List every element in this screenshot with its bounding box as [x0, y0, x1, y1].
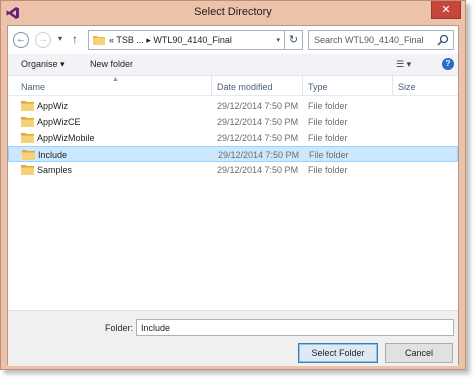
folder-type: File folder	[308, 101, 348, 111]
column-type[interactable]: Type	[308, 82, 328, 92]
column-date-modified[interactable]: Date modified	[217, 82, 273, 92]
recent-locations-icon[interactable]: ▾	[58, 34, 62, 43]
dialog-window: Select Directory ✕ ← → ▾ ↑ « TSB ... ▸ W…	[0, 0, 466, 370]
cancel-button[interactable]: Cancel	[385, 343, 453, 363]
folder-icon	[22, 150, 35, 160]
command-bar: Organise ▾ New folder ☰ ▾ ?	[8, 54, 458, 76]
up-arrow-icon[interactable]: ↑	[72, 32, 78, 46]
column-divider[interactable]	[211, 76, 212, 96]
address-bar[interactable]: « TSB ... ▸ WTL90_4140_Final ▾	[88, 30, 285, 50]
organise-button[interactable]: Organise ▾	[21, 59, 65, 70]
folder-date: 29/12/2014 7:50 PM	[217, 101, 299, 111]
column-divider[interactable]	[302, 76, 303, 96]
navigation-bar: ← → ▾ ↑ « TSB ... ▸ WTL90_4140_Final ▾ ↻…	[8, 26, 458, 54]
new-folder-button[interactable]: New folder	[90, 59, 133, 69]
folder-date: 29/12/2014 7:50 PM	[217, 117, 299, 127]
folder-name: AppWizMobile	[37, 133, 95, 143]
refresh-button[interactable]: ↻	[285, 30, 303, 50]
search-input[interactable]: Search WTL90_4140_Final	[314, 35, 424, 45]
dialog-footer: Folder: Select Folder Cancel	[8, 310, 458, 366]
dialog-content: ← → ▾ ↑ « TSB ... ▸ WTL90_4140_Final ▾ ↻…	[7, 25, 459, 366]
folder-name: AppWizCE	[37, 117, 81, 127]
folder-row[interactable]: Samples 29/12/2014 7:50 PM File folder	[8, 162, 458, 178]
title-bar: Select Directory ✕	[1, 1, 465, 25]
column-size[interactable]: Size	[398, 82, 416, 92]
folder-icon	[21, 165, 34, 175]
folder-icon	[21, 117, 34, 127]
folder-label: Folder:	[105, 323, 134, 333]
close-button[interactable]: ✕	[431, 1, 461, 19]
select-folder-button[interactable]: Select Folder	[298, 343, 378, 363]
folder-name-input[interactable]	[136, 319, 454, 336]
back-button[interactable]: ←	[13, 32, 29, 48]
file-list: AppWiz 29/12/2014 7:50 PM File folder Ap…	[8, 98, 458, 178]
window-title: Select Directory	[194, 6, 272, 18]
folder-date: 29/12/2014 7:50 PM	[218, 150, 300, 160]
folder-date: 29/12/2014 7:50 PM	[217, 165, 299, 175]
help-icon[interactable]: ?	[442, 58, 454, 70]
folder-date: 29/12/2014 7:50 PM	[217, 133, 299, 143]
folder-name: Include	[38, 150, 68, 160]
folder-name: AppWiz	[37, 101, 69, 111]
folder-row[interactable]: AppWizMobile 29/12/2014 7:50 PM File fol…	[8, 130, 458, 146]
folder-row[interactable]: AppWizCE 29/12/2014 7:50 PM File folder	[8, 114, 458, 130]
folder-icon	[93, 36, 105, 45]
view-options-button[interactable]: ☰ ▾	[396, 59, 411, 70]
chevron-down-icon[interactable]: ▾	[276, 36, 280, 44]
search-box[interactable]: Search WTL90_4140_Final	[308, 30, 454, 50]
folder-icon	[21, 133, 34, 143]
search-icon[interactable]	[437, 34, 449, 46]
folder-type: File folder	[308, 133, 348, 143]
folder-icon	[21, 101, 34, 111]
forward-button[interactable]: →	[35, 32, 51, 48]
folder-type: File folder	[309, 150, 349, 160]
folder-name: Samples	[37, 165, 73, 175]
column-divider[interactable]	[392, 76, 393, 96]
folder-type: File folder	[308, 165, 348, 175]
folder-row[interactable]: AppWiz 29/12/2014 7:50 PM File folder	[8, 98, 458, 114]
column-name[interactable]: Name	[21, 82, 45, 92]
column-header: ▲ Name Date modified Type Size	[8, 76, 458, 96]
sort-up-icon: ▲	[112, 76, 119, 83]
folder-row[interactable]: Include 29/12/2014 7:50 PM File folder	[8, 146, 458, 162]
address-path[interactable]: « TSB ... ▸ WTL90_4140_Final	[109, 35, 232, 46]
folder-type: File folder	[308, 117, 348, 127]
